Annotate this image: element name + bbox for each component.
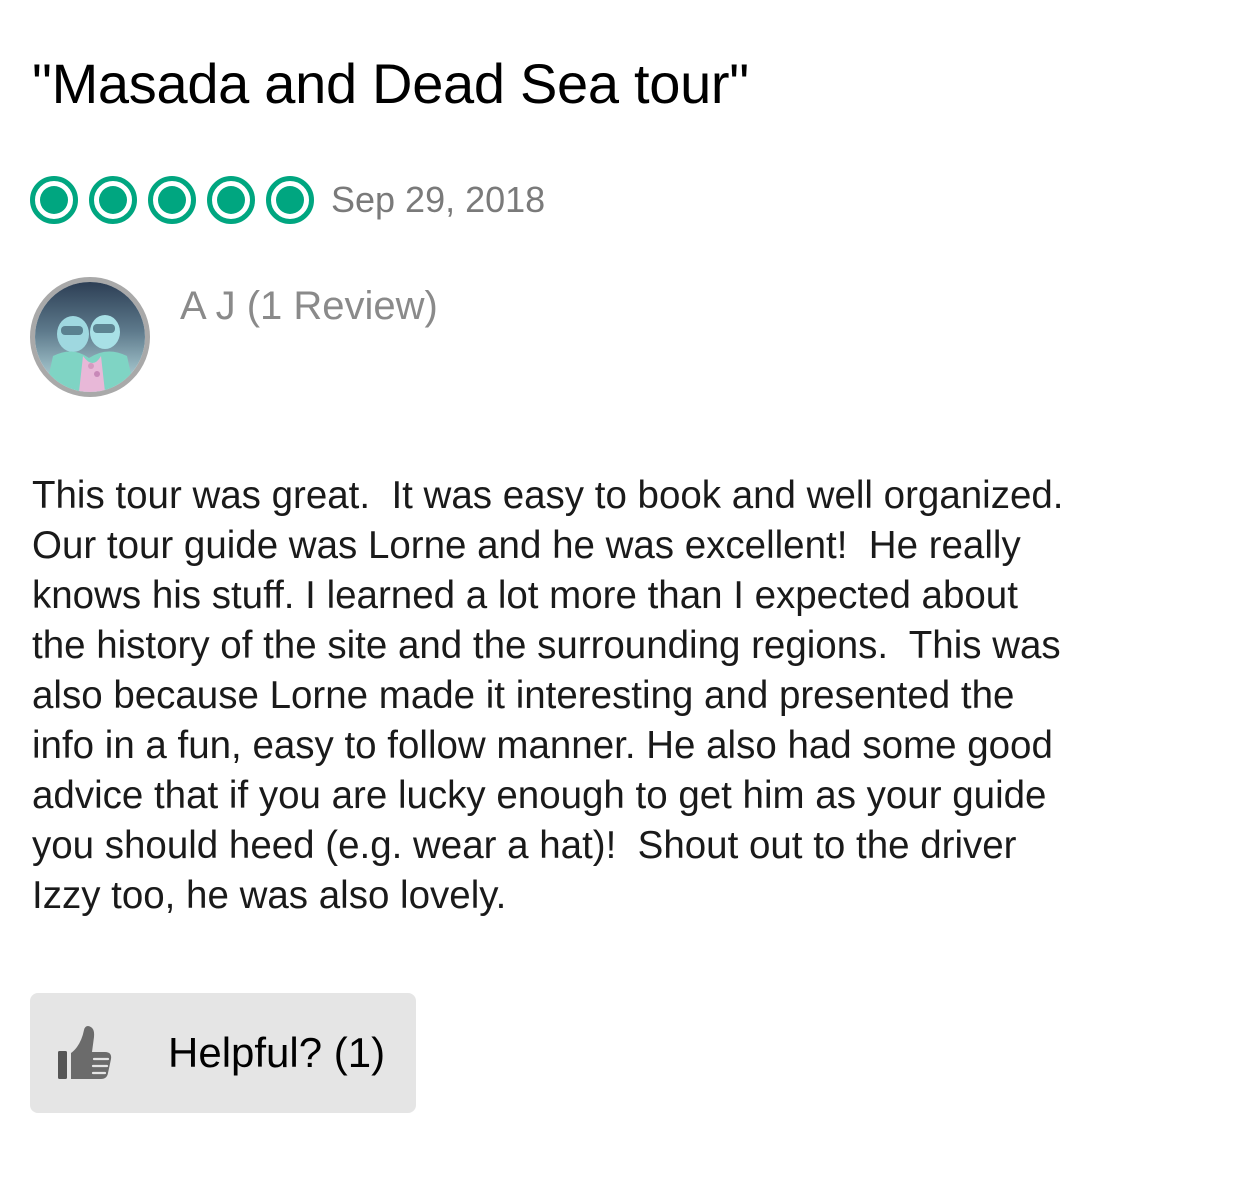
- rating-bubbles: [30, 176, 314, 224]
- review-body-line: info in a fun, easy to follow manner. He…: [32, 724, 1053, 767]
- rating-bubble-icon: [148, 176, 196, 224]
- avatar[interactable]: [30, 277, 150, 397]
- helpful-button[interactable]: Helpful? (1): [30, 993, 416, 1113]
- rating-bubble-icon: [30, 176, 78, 224]
- review-title: "Masada and Dead Sea tour": [32, 52, 749, 115]
- review-body-line: Izzy too, he was also lovely.: [32, 874, 507, 917]
- review-body: This tour was great. It was easy to book…: [32, 471, 1212, 921]
- rating-bubble-icon: [207, 176, 255, 224]
- review-body-line: advice that if you are lucky enough to g…: [32, 774, 1047, 817]
- reviewer-info: A J (1 Review): [30, 277, 438, 397]
- review-body-line: This tour was great. It was easy to book…: [32, 474, 1064, 517]
- rating-row: Sep 29, 2018: [30, 170, 545, 230]
- review-body-line: the history of the site and the surround…: [32, 624, 1061, 667]
- avatar-photo-icon: [35, 282, 145, 392]
- thumbs-up-icon: [58, 1026, 112, 1079]
- review-date: Sep 29, 2018: [331, 179, 546, 220]
- rating-bubble-icon: [266, 176, 314, 224]
- reviewer-name[interactable]: A J (1 Review): [180, 283, 438, 329]
- review-body-line: knows his stuff. I learned a lot more th…: [32, 574, 1018, 617]
- helpful-button-label: Helpful? (1): [168, 1029, 386, 1076]
- review-body-line: also because Lorne made it interesting a…: [32, 674, 1015, 717]
- review-body-line: Our tour guide was Lorne and he was exce…: [32, 524, 1021, 567]
- rating-bubble-icon: [89, 176, 137, 224]
- review-body-line: you should heed (e.g. wear a hat)! Shout…: [32, 824, 1017, 867]
